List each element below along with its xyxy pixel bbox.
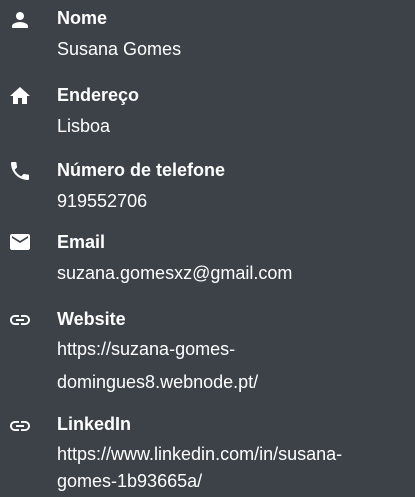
contact-value-email[interactable]: suzana.gomesxz@gmail.com <box>57 258 292 289</box>
contact-label-address: Endereço <box>57 85 140 105</box>
phone-icon <box>8 159 32 183</box>
contact-list: Nome Susana Gomes Endereço Lisboa Número… <box>0 0 415 497</box>
contact-label-email: Email <box>57 232 106 252</box>
person-icon <box>8 8 32 32</box>
contact-value-linkedin-line2[interactable]: gomes-1b93665a/ <box>57 466 202 497</box>
contact-value-phone[interactable]: 919552706 <box>57 186 147 217</box>
email-icon <box>8 230 32 254</box>
contact-value-website-line1[interactable]: https://suzana-gomes- <box>57 334 235 365</box>
home-icon <box>8 84 32 108</box>
contact-label-phone: Número de telefone <box>57 160 226 180</box>
link-icon <box>8 308 32 332</box>
linkedin-link-cont[interactable]: gomes-1b93665a/ <box>57 471 202 491</box>
contact-value-name: Susana Gomes <box>57 39 182 59</box>
link-icon <box>8 414 32 438</box>
contact-value-website-line2[interactable]: domingues8.webnode.pt/ <box>57 367 258 398</box>
website-link-cont[interactable]: domingues8.webnode.pt/ <box>57 372 258 392</box>
contact-value-address: Lisboa <box>57 116 111 136</box>
contact-label-website: Website <box>57 309 126 329</box>
contact-label-linkedin: LinkedIn <box>57 414 132 434</box>
linkedin-link[interactable]: https://www.linkedin.com/in/susana- <box>57 444 342 464</box>
contact-label-name: Nome <box>57 8 108 28</box>
website-link[interactable]: https://suzana-gomes- <box>57 339 235 359</box>
